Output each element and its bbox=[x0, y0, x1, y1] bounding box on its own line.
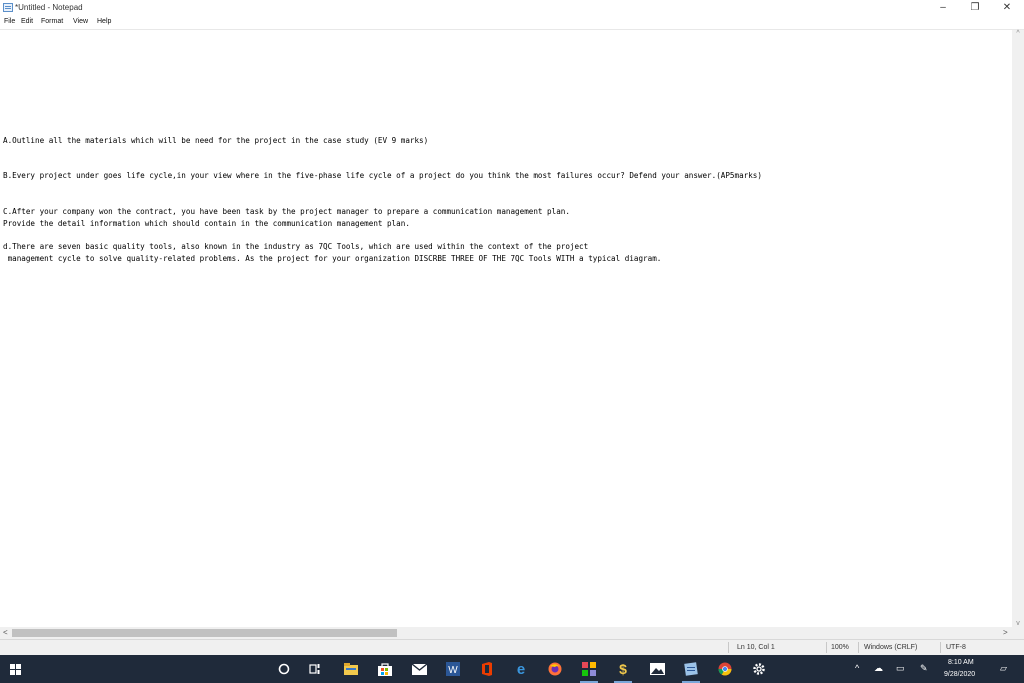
cursor-position: Ln 10, Col 1 bbox=[737, 644, 775, 651]
notepad-app-icon bbox=[3, 3, 13, 12]
edge-icon[interactable]: e bbox=[512, 660, 530, 678]
horizontal-scrollbar[interactable]: < > bbox=[0, 627, 1012, 639]
title-bar: *Untitled - Notepad – ❐ ✕ bbox=[0, 0, 1024, 16]
menu-edit[interactable]: Edit bbox=[21, 18, 33, 25]
text-line: Provide the detail information which sho… bbox=[3, 219, 410, 228]
office-icon[interactable] bbox=[478, 660, 496, 678]
show-hidden-icons-icon[interactable]: ^ bbox=[855, 663, 859, 673]
svg-text:W: W bbox=[448, 665, 458, 676]
chrome-icon[interactable] bbox=[716, 660, 734, 678]
photos-icon[interactable] bbox=[648, 660, 666, 678]
menu-file[interactable]: File bbox=[4, 18, 15, 25]
dollar-app-icon[interactable]: $ bbox=[614, 660, 632, 683]
text-line: d.There are seven basic quality tools, a… bbox=[3, 242, 589, 251]
menu-bar: File Edit Format View Help bbox=[0, 16, 1024, 30]
svg-text:e: e bbox=[517, 662, 525, 676]
clock-time[interactable]: 8:10 AM bbox=[948, 659, 974, 666]
menu-help[interactable]: Help bbox=[97, 18, 111, 25]
window-title: *Untitled - Notepad bbox=[15, 3, 83, 12]
scroll-left-icon[interactable]: < bbox=[3, 628, 8, 637]
menu-format[interactable]: Format bbox=[41, 18, 63, 25]
clock-date[interactable]: 9/28/2020 bbox=[944, 671, 975, 678]
taskbar: W e $ ^ ☁ ▭ ✎ 8:10 AM 9/28/2020 ▱ bbox=[0, 655, 1024, 683]
file-explorer-icon[interactable] bbox=[342, 660, 360, 678]
pen-icon[interactable]: ✎ bbox=[920, 663, 928, 674]
minimize-button[interactable]: – bbox=[926, 0, 960, 16]
close-button[interactable]: ✕ bbox=[990, 0, 1024, 16]
calculator-app-icon[interactable] bbox=[580, 660, 598, 683]
notepad-icon[interactable] bbox=[682, 660, 700, 683]
mail-icon[interactable] bbox=[410, 660, 428, 678]
text-editor[interactable]: A.Outline all the materials which will b… bbox=[0, 30, 1012, 627]
horizontal-scroll-thumb[interactable] bbox=[12, 629, 397, 637]
status-bar: Ln 10, Col 1 100% Windows (CRLF) UTF-8 bbox=[0, 639, 1024, 655]
scroll-up-icon[interactable]: ^ bbox=[1012, 30, 1024, 37]
scroll-corner bbox=[1012, 627, 1024, 639]
encoding: UTF-8 bbox=[946, 644, 966, 651]
settings-icon[interactable] bbox=[750, 660, 768, 678]
onedrive-cloud-icon[interactable]: ☁ bbox=[874, 663, 883, 674]
text-line: A.Outline all the materials which will b… bbox=[3, 136, 429, 145]
task-view-icon[interactable] bbox=[306, 660, 324, 678]
text-line: B.Every project under goes life cycle,in… bbox=[3, 171, 762, 180]
scroll-down-icon[interactable]: v bbox=[1012, 620, 1024, 627]
menu-view[interactable]: View bbox=[73, 18, 88, 25]
notifications-icon[interactable]: ▱ bbox=[1000, 663, 1007, 674]
vertical-scrollbar[interactable]: ^ v bbox=[1012, 30, 1024, 627]
word-icon[interactable]: W bbox=[444, 660, 462, 678]
restore-button[interactable]: ❐ bbox=[958, 0, 992, 16]
zoom-level: 100% bbox=[831, 644, 849, 651]
line-ending: Windows (CRLF) bbox=[864, 644, 918, 651]
text-line: management cycle to solve quality-relate… bbox=[3, 254, 662, 263]
svg-text:$: $ bbox=[619, 662, 627, 676]
network-icon[interactable]: ▭ bbox=[896, 663, 905, 674]
firefox-icon[interactable] bbox=[546, 660, 564, 678]
store-icon[interactable] bbox=[376, 660, 394, 678]
text-line: C.After your company won the contract, y… bbox=[3, 207, 570, 216]
start-icon[interactable] bbox=[10, 664, 21, 675]
scroll-right-icon[interactable]: > bbox=[1003, 628, 1008, 637]
search-circle-icon[interactable] bbox=[275, 660, 293, 678]
